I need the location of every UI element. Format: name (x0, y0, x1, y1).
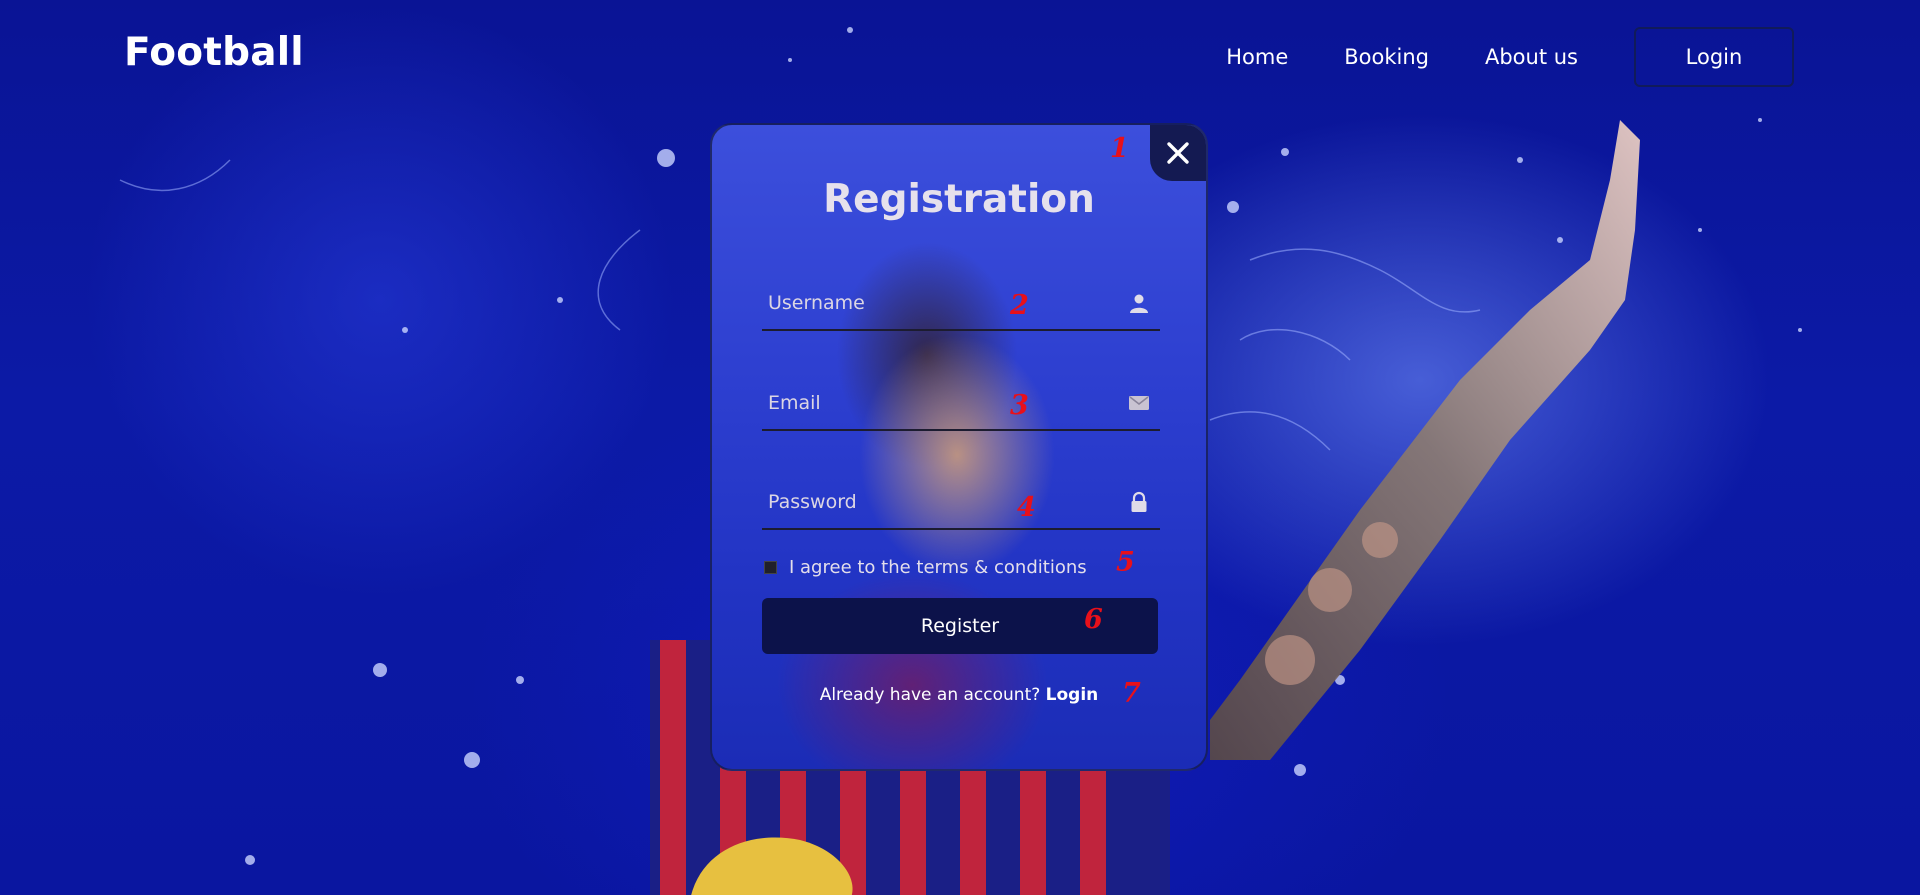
username-field (762, 279, 1160, 331)
page: Football Home Booking About us Login Reg… (0, 0, 1920, 895)
annotation-marker-4: 4 (1017, 492, 1036, 523)
close-icon (1167, 142, 1189, 164)
password-input[interactable] (762, 478, 1108, 526)
login-link[interactable]: Login (1046, 685, 1099, 705)
username-input[interactable] (762, 279, 1108, 327)
lock-icon (1131, 491, 1147, 512)
annotation-marker-2: 2 (1010, 290, 1029, 321)
annotation-marker-3: 3 (1010, 390, 1029, 421)
envelope-icon (1129, 396, 1149, 410)
password-field (762, 478, 1160, 530)
email-input[interactable] (762, 379, 1108, 427)
modal-title: Registration (823, 177, 1095, 222)
terms-label[interactable]: I agree to the terms & conditions (789, 557, 1087, 578)
logo[interactable]: Football (124, 30, 304, 75)
registration-modal: Registration I agree to the ter (710, 123, 1208, 771)
terms-checkbox[interactable] (764, 560, 777, 574)
header: Football Home Booking About us Login (0, 0, 1920, 115)
main-nav: Home Booking About us Login (1226, 26, 1920, 88)
login-prompt-text: Already have an account? (819, 685, 1041, 705)
annotation-marker-6: 6 (1084, 604, 1103, 635)
player-arm-illustration (1210, 120, 1640, 760)
annotation-marker-1: 1 (1110, 133, 1129, 164)
email-field (762, 379, 1160, 431)
login-button[interactable]: Login (1634, 27, 1794, 87)
terms-row: I agree to the terms & conditions (764, 555, 1087, 579)
annotation-marker-7: 7 (1122, 678, 1141, 709)
nav-link-home[interactable]: Home (1226, 45, 1288, 69)
annotation-marker-5: 5 (1116, 547, 1135, 578)
nav-link-about[interactable]: About us (1485, 45, 1578, 69)
close-button[interactable] (1150, 125, 1206, 181)
nav-link-booking[interactable]: Booking (1344, 45, 1429, 69)
user-icon (1130, 294, 1148, 313)
